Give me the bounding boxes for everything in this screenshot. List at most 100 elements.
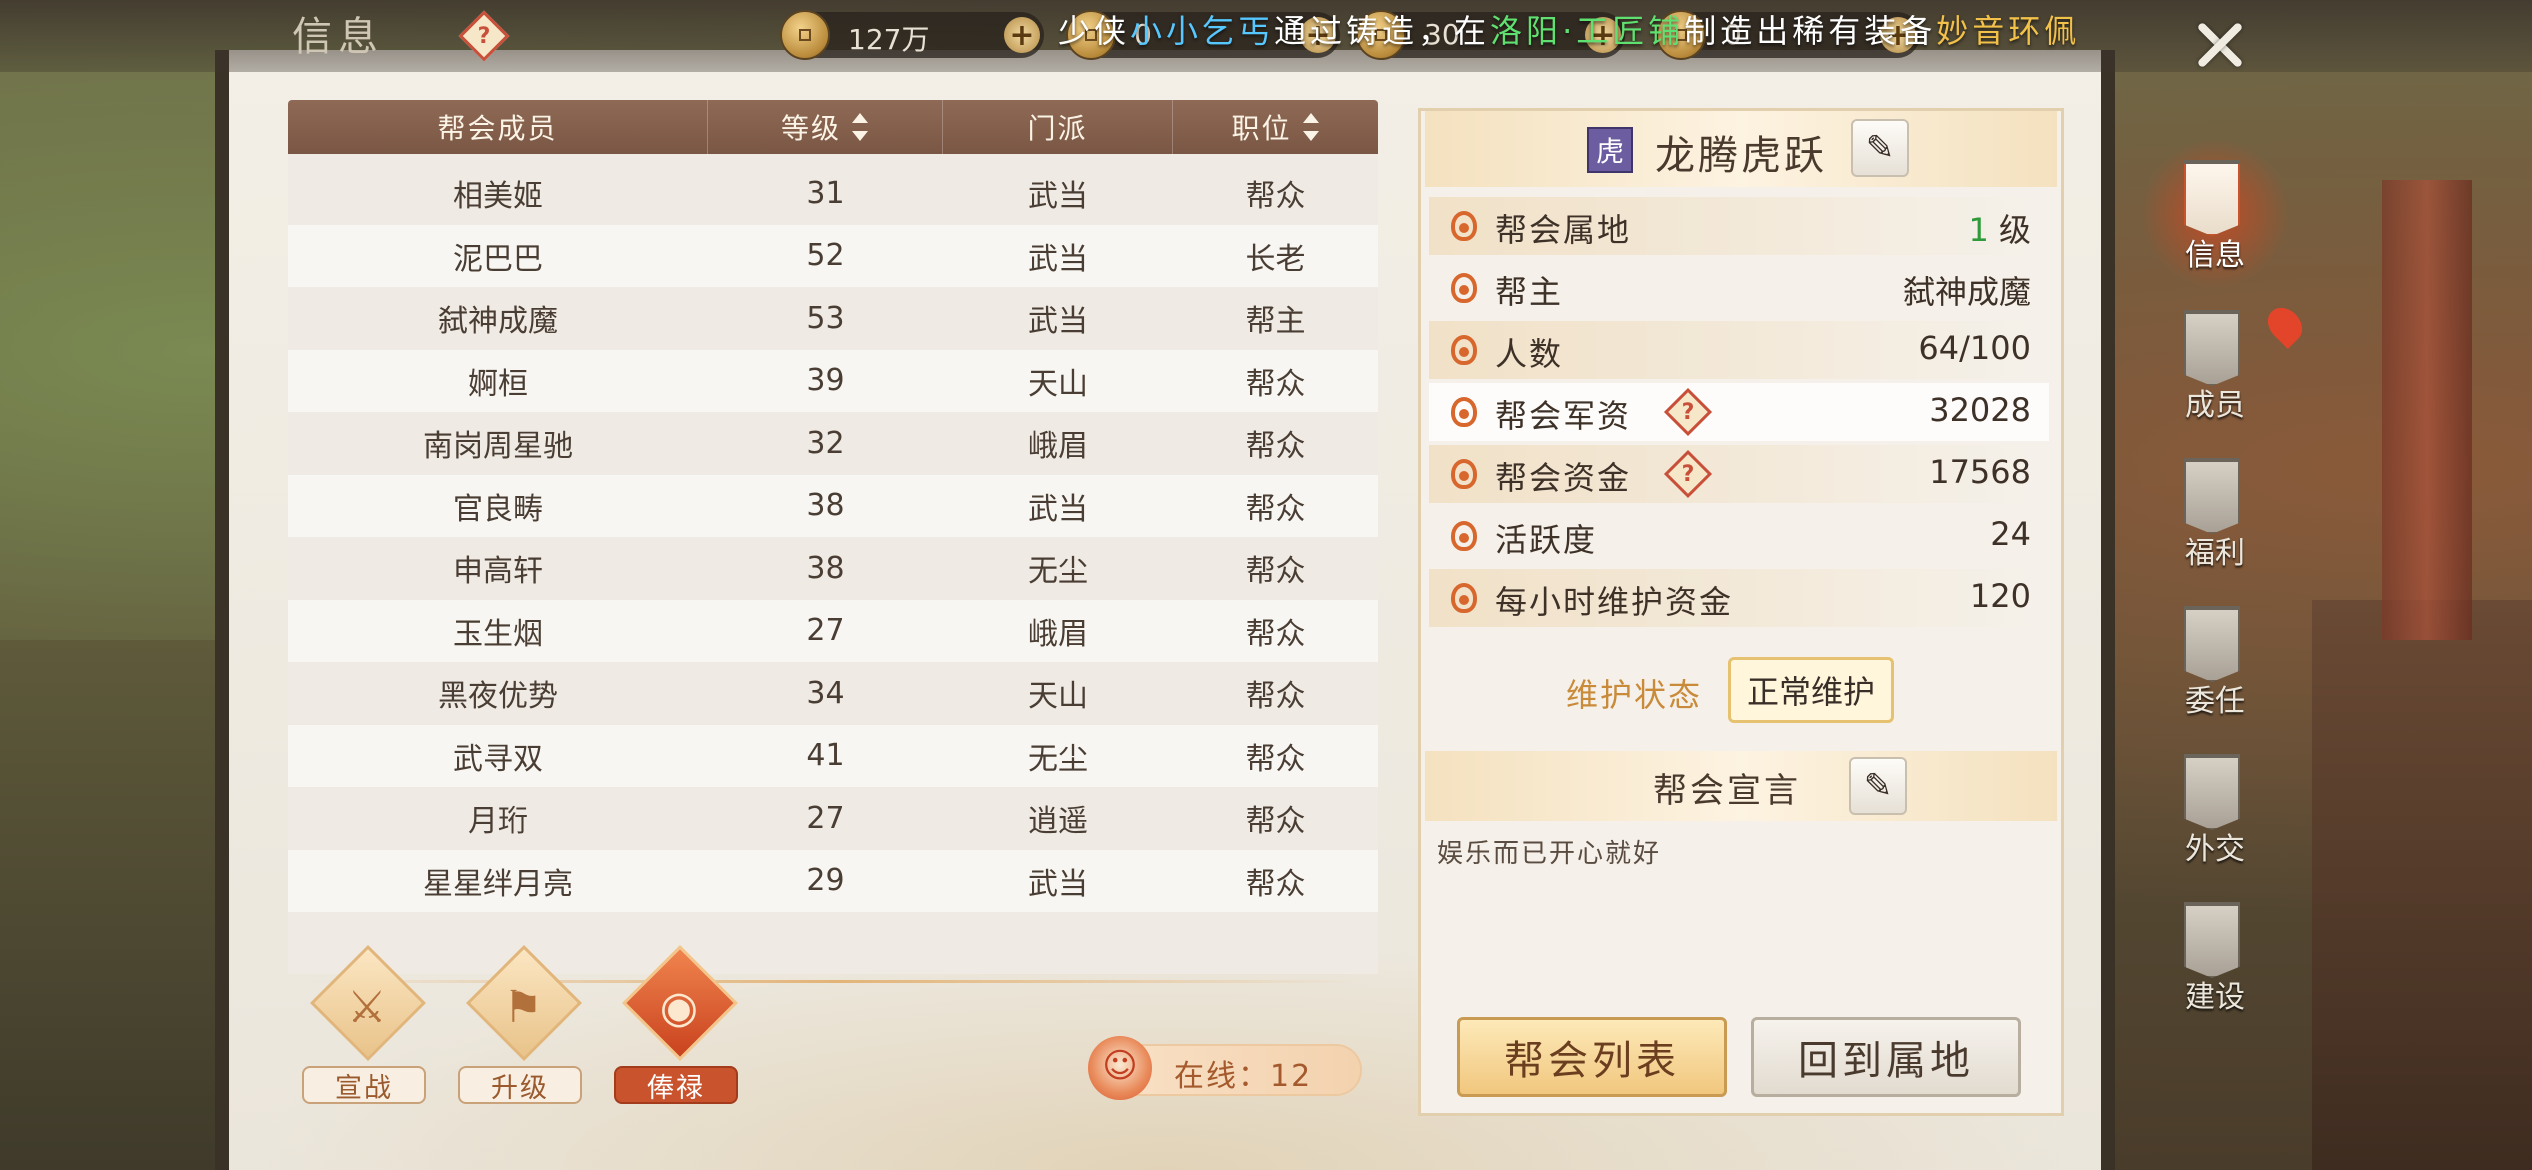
salary-button[interactable]: ◉ 俸禄	[614, 945, 744, 1110]
sort-arrows-icon[interactable]	[1302, 113, 1320, 141]
broadcast-text: 制造出稀有装备	[1684, 12, 1937, 50]
stat-label: 帮会资金	[1495, 459, 1632, 497]
table-row[interactable]: 婀桓 39 天山 帮众	[288, 349, 1378, 412]
column-header-level[interactable]: 等级	[708, 100, 943, 154]
maintenance-status-button[interactable]: 正常维护	[1728, 657, 1894, 723]
stat-value: 弑神成魔	[1902, 273, 2031, 311]
member-rank: 帮众	[1245, 554, 1306, 589]
member-rank: 长老	[1245, 241, 1306, 277]
member-level: 27	[806, 800, 845, 836]
member-name: 申高轩	[453, 554, 543, 589]
stat-hourly-upkeep: 每小时维护资金 120	[1429, 569, 2049, 627]
declare-war-button[interactable]: ⚔ 宣战	[302, 945, 432, 1110]
broadcast-city: 洛阳	[1490, 12, 1563, 50]
member-level: 53	[806, 300, 845, 336]
member-level: 38	[806, 550, 845, 586]
flame-icon	[1451, 459, 1477, 489]
upgrade-button[interactable]: ⚑ 升级	[458, 945, 588, 1110]
stat-label: 帮会属地	[1495, 211, 1632, 249]
column-label: 门派	[1027, 112, 1088, 145]
banner-upgrade-icon: ⚑	[503, 982, 543, 1033]
stat-label: 活跃度	[1495, 521, 1598, 559]
tab-diplomacy[interactable]: 外交	[2130, 744, 2300, 884]
online-count: 12	[1270, 1059, 1313, 1094]
return-territory-button[interactable]: 回到属地	[1751, 1017, 2021, 1097]
member-sect: 武当	[1028, 241, 1088, 277]
table-row[interactable]: 申高轩 38 无尘 帮众	[288, 537, 1378, 599]
table-row[interactable]: 武寻双 41 无尘 帮众	[288, 724, 1378, 787]
add-currency-button[interactable]: +	[1004, 17, 1040, 53]
edit-declaration-button[interactable]: ✎	[1849, 757, 1907, 815]
stat-activity: 活跃度 24	[1429, 507, 2049, 565]
tab-welfare[interactable]: 福利	[2130, 448, 2300, 588]
table-header: 帮会成员 等级 门派 职位	[288, 100, 1378, 154]
brush-icon: ✎	[1865, 128, 1895, 168]
table-row[interactable]: 官良畴 38 武当 帮众	[288, 474, 1378, 537]
guild-list-button[interactable]: 帮会列表	[1457, 1017, 1727, 1097]
brush-icon: ✎	[1863, 766, 1893, 806]
table-row[interactable]: 星星绊月亮 29 武当 帮众	[288, 849, 1378, 912]
member-level: 29	[806, 863, 845, 898]
question-diamond-icon[interactable]: ?	[458, 10, 510, 62]
member-rank: 帮众	[1245, 679, 1306, 714]
tab-label: 外交	[2185, 832, 2245, 867]
column-header-member: 帮会成员	[288, 100, 708, 154]
column-header-rank[interactable]: 职位	[1173, 100, 1378, 154]
table-row[interactable]: 弑神成魔 53 武当 帮主	[288, 287, 1378, 349]
guild-name: 龙腾虎跃	[1655, 133, 1827, 179]
guild-info-card: 虎 龙腾虎跃 ✎ 帮会属地 1 级 帮主 弑神成魔 人数 64/100 帮会军资…	[1418, 108, 2064, 1116]
table-row[interactable]: 泥巴巴 52 武当 长老	[288, 224, 1378, 287]
member-name: 黑夜优势	[438, 679, 558, 714]
member-sect: 天山	[1028, 679, 1088, 714]
stat-label: 每小时维护资金	[1495, 583, 1734, 621]
column-header-sect: 门派	[943, 100, 1173, 154]
question-diamond-icon[interactable]: ?	[1663, 387, 1713, 437]
sort-arrows-icon[interactable]	[851, 113, 869, 141]
tab-build[interactable]: 建设	[2130, 892, 2300, 1032]
member-rank: 帮众	[1245, 866, 1306, 902]
stat-label: 帮会军资	[1495, 397, 1632, 435]
table-row[interactable]: 黑夜优势 34 天山 帮众	[288, 662, 1378, 724]
question-diamond-icon[interactable]: ?	[1663, 449, 1713, 499]
stat-value: 17568	[1929, 453, 2031, 491]
table-row[interactable]: 相美姬 31 武当 帮众	[288, 162, 1378, 224]
scene-ground-right	[2312, 600, 2532, 1170]
member-name: 泥巴巴	[453, 241, 543, 277]
member-rank: 帮众	[1245, 429, 1306, 464]
member-sect: 武当	[1028, 491, 1088, 527]
tab-info[interactable]: 信息	[2130, 138, 2300, 290]
member-sect: 武当	[1028, 179, 1088, 214]
banner-icon	[2184, 160, 2240, 236]
table-row[interactable]: 南岗周星驰 32 峨眉 帮众	[288, 412, 1378, 474]
sidebar-tabs: 信息 成员 福利 委任 外交 建设	[2130, 130, 2310, 1032]
stat-value: 1 级	[1968, 205, 2031, 251]
guild-emblem-icon: 虎	[1587, 127, 1633, 173]
member-level: 41	[806, 738, 845, 773]
edit-name-button[interactable]: ✎	[1851, 119, 1909, 177]
close-button[interactable]	[2185, 10, 2255, 80]
stat-leader: 帮主 弑神成魔	[1429, 259, 2049, 317]
flame-icon	[1451, 397, 1477, 427]
currency-amount: 127万	[848, 23, 930, 56]
stat-territory: 帮会属地 1 级	[1429, 197, 2049, 255]
scene-ground-left	[0, 640, 230, 1170]
member-sect: 天山	[1028, 366, 1088, 402]
button-label: 宣战	[302, 1066, 426, 1104]
stat-label: 人数	[1495, 335, 1564, 373]
table-row[interactable]: 月珩 27 逍遥 帮众	[288, 787, 1378, 849]
member-name: 武寻双	[453, 741, 543, 777]
broadcast-shop: 工匠铺	[1576, 12, 1685, 50]
online-label: 在线：	[1174, 1059, 1270, 1094]
table-row[interactable]: 玉生烟 27 峨眉 帮众	[288, 599, 1378, 662]
stat-label: 帮主	[1495, 273, 1564, 311]
button-label: 升级	[458, 1066, 582, 1104]
member-level: 27	[806, 613, 845, 648]
stat-value: 120	[1969, 577, 2031, 615]
tab-appoint[interactable]: 委任	[2130, 596, 2300, 736]
online-text: 在线：12	[1174, 1051, 1312, 1095]
crossed-swords-icon: ⚔	[347, 982, 387, 1033]
member-rank: 帮众	[1245, 804, 1306, 839]
member-rank: 帮众	[1245, 366, 1306, 402]
member-rank: 帮众	[1245, 179, 1306, 214]
member-level: 32	[806, 425, 845, 461]
